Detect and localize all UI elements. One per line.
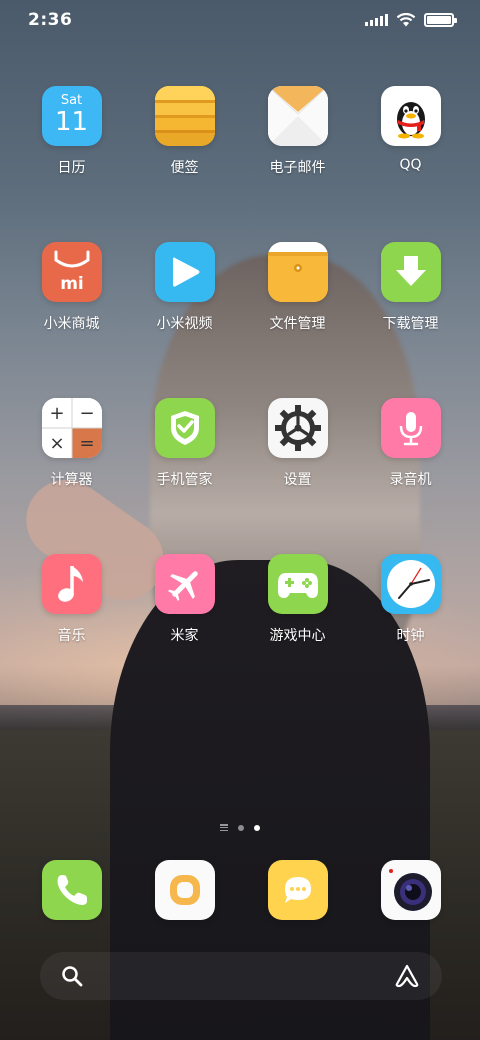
gamepad-icon (267, 554, 328, 614)
wifi-icon (396, 13, 416, 27)
app-email[interactable]: 电子邮件 (241, 86, 354, 177)
dock-messages[interactable] (241, 860, 354, 920)
app-calendar[interactable]: Sat 11 日历 (15, 86, 128, 177)
messages-icon (267, 860, 328, 920)
app-music[interactable]: 音乐 (15, 554, 128, 645)
app-mi-video[interactable]: 小米视频 (128, 242, 241, 333)
mi-store-icon: mi (41, 242, 102, 302)
assistant-icon[interactable] (394, 964, 420, 988)
browser-ring-icon (154, 860, 215, 920)
calc-times: × (49, 433, 64, 454)
camera-lens-icon (380, 860, 441, 920)
page-dot-2-active (254, 824, 260, 831)
app-label: 游戏中心 (269, 628, 326, 644)
app-label: 设置 (283, 472, 312, 488)
app-notes[interactable]: 便签 (128, 86, 241, 177)
calc-plus: + (49, 403, 64, 424)
notes-icon (154, 86, 215, 146)
app-label: 文件管理 (269, 316, 326, 332)
app-label: 米家 (170, 628, 199, 644)
battery-icon (424, 13, 457, 27)
app-label: 下载管理 (382, 316, 439, 332)
battery-level (427, 16, 451, 24)
qq-penguin-icon (380, 86, 441, 146)
status-icons (365, 13, 457, 27)
page-dot-1 (238, 824, 244, 831)
status-time: 2:36 (28, 10, 73, 30)
signal-icon (365, 14, 388, 26)
search-bar[interactable] (40, 952, 442, 1000)
app-settings[interactable]: 设置 (241, 398, 354, 489)
status-bar: 2:36 (0, 0, 480, 40)
calendar-day: Sat (60, 92, 83, 108)
app-label: 时钟 (396, 628, 425, 644)
calc-equals: = (79, 433, 94, 454)
app-label: 手机管家 (156, 472, 213, 488)
dock-phone[interactable] (15, 860, 128, 920)
page-menu-icon (220, 824, 228, 831)
app-grid: Sat 11 日历 便签 电子邮件 QQ mi 小米商城 小米视频 文件管理 下… (0, 86, 480, 645)
app-game-center[interactable]: 游戏中心 (241, 554, 354, 645)
app-label: 小米视频 (156, 316, 213, 332)
dock-browser[interactable] (128, 860, 241, 920)
app-clock[interactable]: 时钟 (354, 554, 467, 645)
calendar-icon: Sat 11 (41, 86, 102, 146)
airplane-icon (154, 554, 215, 614)
app-file-manager[interactable]: 文件管理 (241, 242, 354, 333)
app-label: 音乐 (57, 628, 86, 644)
app-security[interactable]: 手机管家 (128, 398, 241, 489)
microphone-icon (380, 398, 441, 458)
app-label: 录音机 (389, 472, 432, 488)
dock-camera[interactable] (354, 860, 467, 920)
phone-icon (41, 860, 102, 920)
download-arrow-icon (380, 242, 441, 302)
calculator-icon: + − × = (41, 398, 102, 458)
video-play-icon (154, 242, 215, 302)
app-calculator[interactable]: + − × = 计算器 (15, 398, 128, 489)
shield-check-icon (154, 398, 215, 458)
app-qq[interactable]: QQ (354, 86, 467, 177)
app-label: 便签 (170, 160, 199, 176)
app-label: 电子邮件 (269, 160, 326, 176)
app-recorder[interactable]: 录音机 (354, 398, 467, 489)
calendar-date: 11 (54, 106, 89, 137)
app-download-manager[interactable]: 下载管理 (354, 242, 467, 333)
email-icon (267, 86, 328, 146)
folder-icon (267, 242, 328, 302)
gear-icon (267, 398, 328, 458)
dock (0, 860, 480, 920)
clock-icon (380, 554, 441, 614)
search-icon[interactable] (60, 964, 84, 988)
app-label: 日历 (57, 160, 86, 176)
music-note-icon (41, 554, 102, 614)
app-label: 小米商城 (43, 316, 100, 332)
app-mijia[interactable]: 米家 (128, 554, 241, 645)
calc-minus: − (79, 403, 94, 424)
app-label: QQ (399, 157, 422, 173)
mi-logo-text: mi (60, 274, 84, 294)
page-indicator[interactable] (0, 824, 480, 831)
app-mi-store[interactable]: mi 小米商城 (15, 242, 128, 333)
app-label: 计算器 (50, 472, 93, 488)
